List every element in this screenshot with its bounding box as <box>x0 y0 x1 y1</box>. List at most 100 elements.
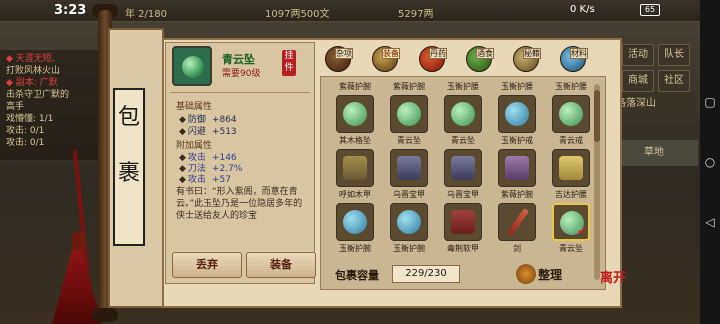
location-label: 洛落深山 <box>612 92 698 116</box>
tab-pills[interactable]: 丹药 <box>417 44 451 76</box>
bracer-icon <box>397 210 421 234</box>
checkmark-icon: ✔ <box>576 224 587 238</box>
quest-line: ◆ 副本: 广默 <box>6 78 58 88</box>
slot-label: 紫薇护腕 <box>501 190 533 199</box>
armor-icon <box>451 156 475 180</box>
item-slot[interactable] <box>552 95 590 133</box>
slot-label: 青云坠 <box>559 244 583 253</box>
sword-icon <box>506 207 530 237</box>
item-slot[interactable] <box>444 95 482 133</box>
quest-line: 高手 <box>6 102 25 112</box>
shop-button[interactable]: 商城 <box>622 70 654 92</box>
divider <box>170 92 310 93</box>
sort-button[interactable]: 整理 <box>514 262 576 286</box>
quest-line: 攻击: 0/1 <box>6 126 45 136</box>
slot-label: 紫薇护腕 <box>393 82 425 91</box>
battery-icon: 65 <box>640 4 660 16</box>
slot-label: 玉衡护腰 <box>555 82 587 91</box>
item-requirement: 需要90级 <box>222 69 261 79</box>
discard-button[interactable]: 丢弃 <box>172 252 242 278</box>
tab-food[interactable]: 酒食 <box>464 44 498 76</box>
slot-label: 乌晋宝甲 <box>393 190 425 199</box>
item-slot[interactable] <box>390 149 428 187</box>
tab-equipment[interactable]: 装备 <box>370 44 404 76</box>
item-slot[interactable] <box>498 149 536 187</box>
quest-line: 打败风林火山 <box>6 66 61 76</box>
ring-icon <box>559 102 583 126</box>
tassel-knot <box>72 232 86 252</box>
item-description: 有书曰：“形入紫阁，而意在青云。”此玉坠乃是一位隐居多年的侠士送给友人的珍宝 <box>176 187 303 221</box>
slot-label: 剑 <box>513 244 521 253</box>
terrain-label: 草地 <box>620 140 698 166</box>
quest-line: 戏懵懂: 1/1 <box>6 114 54 124</box>
recent-apps-icon[interactable]: ▢ <box>703 95 717 109</box>
quest-line: ◆ 天涯无短, <box>6 54 55 64</box>
quest-line: 攻击: 0/1 <box>6 138 45 148</box>
item-slot-selected[interactable]: ✔ <box>552 203 590 241</box>
status-net-speed: 0 K/s <box>570 4 595 15</box>
item-grid: 紫薇护腕 紫薇护腕 玉衡护腰 玉衡护腰 玉衡护腰 其木格坠 青云坠 青云坠 玉衡… <box>320 76 606 290</box>
item-slot[interactable] <box>552 149 590 187</box>
armor-icon <box>451 210 475 234</box>
tab-misc[interactable]: 杂项 <box>323 44 357 76</box>
item-slot[interactable] <box>498 95 536 133</box>
capacity-label: 包裹容量 <box>335 269 379 282</box>
pendant-icon <box>397 102 421 126</box>
item-name: 青云坠 <box>222 53 255 66</box>
top-date: 年 2/180 <box>125 9 167 20</box>
slot-label: 玉衡护戒 <box>501 136 533 145</box>
ring-icon <box>505 102 529 126</box>
bracer-icon <box>505 156 529 180</box>
item-slot[interactable] <box>390 95 428 133</box>
slot-label: 玉衡护腕 <box>339 244 371 253</box>
slot-label: 其木格坠 <box>339 136 371 145</box>
item-slot[interactable] <box>336 203 374 241</box>
slot-label: 青云坠 <box>397 136 421 145</box>
android-nav-bar: ▢ ○ ◁ <box>700 0 720 324</box>
home-icon[interactable]: ○ <box>703 155 717 169</box>
slot-label: 紫薇护腕 <box>339 82 371 91</box>
jade-pendant-icon <box>182 56 204 78</box>
item-slot[interactable] <box>390 203 428 241</box>
slot-label: 玉衡护腕 <box>393 244 425 253</box>
leave-button[interactable]: 离开 <box>600 272 626 302</box>
slot-label: 玉衡护腰 <box>447 82 479 91</box>
slot-label: 毒荆软甲 <box>447 244 479 253</box>
slot-label: 吉达护腰 <box>555 190 587 199</box>
armor-icon <box>397 156 421 180</box>
belt-icon <box>559 156 583 180</box>
tab-manuals[interactable]: 秘籍 <box>511 44 545 76</box>
bracer-icon <box>343 210 367 234</box>
slot-label: 玉衡护腰 <box>501 82 533 91</box>
title-char: 包 <box>117 105 140 130</box>
base-attr-header: 基础属性 <box>176 102 213 112</box>
slot-label: 呼如木甲 <box>339 190 371 199</box>
quest-line: 击杀守卫广默的 <box>6 90 70 100</box>
attr-row: ◆ 攻击 +57 <box>179 175 231 185</box>
slot-label: 乌晋宝甲 <box>447 190 479 199</box>
captain-button[interactable]: 队长 <box>658 44 690 66</box>
equip-button[interactable]: 装备 <box>246 252 316 278</box>
item-slot[interactable] <box>336 95 374 133</box>
attr-row: ◆ 闪避 +513 <box>179 127 237 137</box>
item-slot[interactable] <box>444 203 482 241</box>
top-money: 1097两500文 <box>265 9 330 20</box>
inventory-title: 包 裹 <box>113 88 145 246</box>
pendant-icon <box>343 102 367 126</box>
selected-item-icon <box>172 46 212 86</box>
item-type-badge: 挂件 <box>282 50 296 76</box>
armor-icon <box>343 156 367 180</box>
back-icon[interactable]: ◁ <box>703 215 717 229</box>
activity-button[interactable]: 活动 <box>622 44 654 66</box>
item-slot[interactable] <box>336 149 374 187</box>
grid-scroll-thumb[interactable] <box>594 90 600 142</box>
community-button[interactable]: 社区 <box>658 70 690 92</box>
title-char: 裹 <box>117 161 140 186</box>
tab-materials[interactable]: 材料 <box>558 44 592 76</box>
item-slot[interactable] <box>498 203 536 241</box>
item-slot[interactable] <box>444 149 482 187</box>
slot-label: 青云戒 <box>559 136 583 145</box>
status-time: 3:23 <box>54 3 87 18</box>
scroll-rod-bottom <box>92 308 118 322</box>
pendant-icon <box>451 102 475 126</box>
